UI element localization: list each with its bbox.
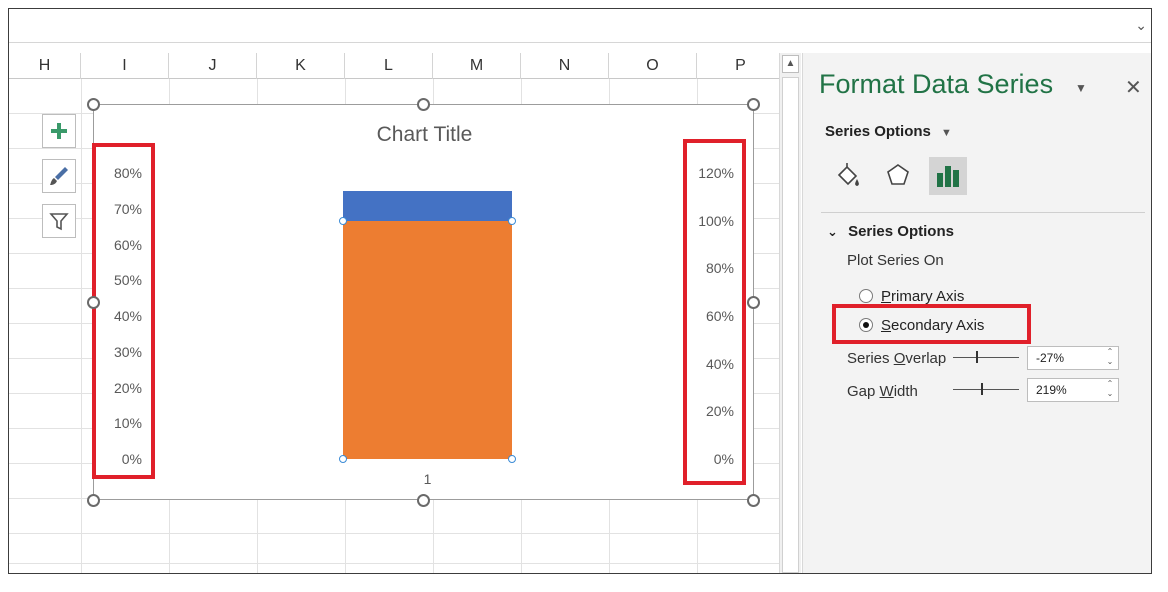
close-icon[interactable]: ✕ bbox=[1125, 75, 1142, 100]
series-overlap-slider[interactable] bbox=[953, 351, 1019, 365]
resize-handle-top-right[interactable] bbox=[747, 98, 760, 111]
series-options-section[interactable]: ⌄ Series Options bbox=[827, 223, 954, 240]
resize-handle-right[interactable] bbox=[747, 296, 760, 309]
gap-width-input[interactable]: 219% ⌃ ⌄ bbox=[1027, 378, 1119, 402]
section-title: Series Options bbox=[848, 223, 954, 240]
tab-series-options[interactable] bbox=[929, 157, 967, 195]
grid-line bbox=[81, 79, 82, 573]
vertical-scrollbar[interactable]: ▲ bbox=[779, 53, 801, 573]
grid-line bbox=[9, 563, 779, 564]
selection-point bbox=[339, 455, 347, 463]
column-headers: H I J K L M N O P bbox=[9, 53, 779, 79]
primary-axis-label: Primary Axis bbox=[881, 288, 965, 305]
pane-options-chevron-down-icon[interactable]: ▼ bbox=[1075, 81, 1087, 95]
slider-knob[interactable] bbox=[981, 383, 984, 395]
secondary-series-bar[interactable] bbox=[343, 220, 512, 459]
primary-axis-option[interactable]: Primary Axis bbox=[859, 288, 964, 305]
resize-handle-left[interactable] bbox=[87, 296, 100, 309]
selection-point bbox=[508, 455, 516, 463]
plus-icon bbox=[51, 123, 67, 139]
scroll-up-icon[interactable]: ▲ bbox=[782, 55, 799, 73]
format-data-series-pane: Format Data Series ▼ ✕ Series Options ▼ bbox=[802, 53, 1151, 573]
chart-title[interactable]: Chart Title bbox=[94, 123, 755, 147]
tab-divider bbox=[821, 212, 1145, 213]
slider-knob[interactable] bbox=[976, 351, 979, 363]
category-label: 1 bbox=[423, 471, 432, 487]
plot-series-on-label: Plot Series On bbox=[847, 252, 944, 269]
tab-effects[interactable] bbox=[879, 157, 917, 195]
formula-bar[interactable]: ⌄ bbox=[9, 9, 1151, 43]
primary-axis-highlight bbox=[92, 143, 155, 479]
scrollbar-thumb[interactable] bbox=[782, 77, 799, 573]
column-header-h[interactable]: H bbox=[9, 53, 81, 79]
spinner-arrows-icon[interactable]: ⌃ ⌄ bbox=[1105, 379, 1115, 399]
column-header-j[interactable]: J bbox=[169, 53, 257, 79]
secondary-axis-highlight bbox=[832, 304, 1031, 344]
chart-filters-button[interactable] bbox=[42, 204, 76, 238]
series-overlap-value: -27% bbox=[1036, 351, 1065, 365]
chevron-down-icon: ▼ bbox=[941, 127, 952, 139]
series-options-dropdown[interactable]: Series Options ▼ bbox=[825, 123, 952, 140]
filter-icon bbox=[49, 213, 69, 231]
resize-handle-bottom[interactable] bbox=[417, 494, 430, 507]
expand-formula-bar-icon[interactable]: ⌄ bbox=[1135, 17, 1147, 34]
excel-window: ⌄ H I J K L M N O P Chart Title 80% 70% … bbox=[8, 8, 1152, 574]
column-header-n[interactable]: N bbox=[521, 53, 609, 79]
selection-point bbox=[339, 216, 347, 225]
gap-width-label: Gap Width bbox=[847, 383, 918, 400]
gap-width-slider[interactable] bbox=[953, 383, 1019, 397]
series-options-dropdown-label: Series Options bbox=[825, 123, 931, 140]
column-header-p[interactable]: P bbox=[697, 53, 779, 79]
primary-axis-radio[interactable] bbox=[859, 289, 873, 303]
brush-icon bbox=[50, 167, 68, 185]
column-header-m[interactable]: M bbox=[433, 53, 521, 79]
spinner-arrows-icon[interactable]: ⌃ ⌄ bbox=[1105, 347, 1115, 367]
chart-elements-button[interactable] bbox=[42, 114, 76, 148]
resize-handle-top[interactable] bbox=[417, 98, 430, 111]
column-header-i[interactable]: I bbox=[81, 53, 169, 79]
pane-title: Format Data Series bbox=[819, 69, 1054, 99]
secondary-axis-highlight bbox=[683, 139, 746, 485]
chart-area[interactable]: Chart Title 80% 70% 60% 50% 40% 30% 20% 10% 0% 1… bbox=[92, 104, 755, 500]
column-header-l[interactable]: L bbox=[345, 53, 433, 79]
resize-handle-bottom-right[interactable] bbox=[747, 494, 760, 507]
paint-bucket-icon bbox=[837, 163, 859, 186]
bar-chart-icon bbox=[937, 166, 959, 187]
column-header-k[interactable]: K bbox=[257, 53, 345, 79]
chevron-down-icon: ⌄ bbox=[827, 224, 838, 239]
tab-fill-line[interactable] bbox=[829, 157, 867, 195]
selection-point bbox=[508, 216, 516, 225]
series-overlap-input[interactable]: -27% ⌃ ⌄ bbox=[1027, 346, 1119, 370]
gap-width-value: 219% bbox=[1036, 383, 1067, 397]
resize-handle-top-left[interactable] bbox=[87, 98, 100, 111]
resize-handle-bottom-left[interactable] bbox=[87, 494, 100, 507]
column-header-o[interactable]: O bbox=[609, 53, 697, 79]
series-overlap-label: Series Overlap bbox=[847, 350, 947, 367]
chart-styles-button[interactable] bbox=[42, 159, 76, 193]
pentagon-icon bbox=[887, 164, 909, 185]
grid-line bbox=[9, 533, 779, 534]
